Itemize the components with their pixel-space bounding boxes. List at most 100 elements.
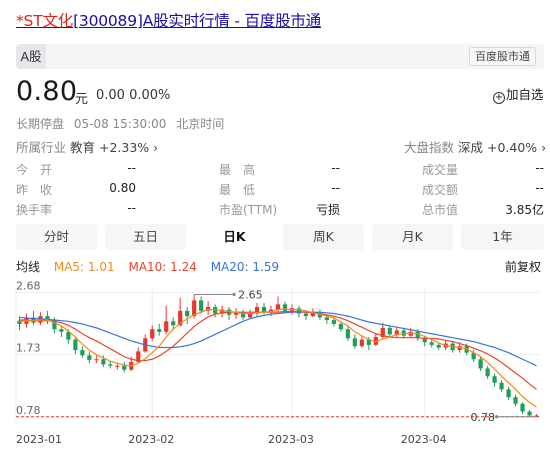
x-tick-label: 2023-04 (401, 433, 447, 446)
candle-body (101, 359, 106, 365)
tab-five-day[interactable]: 五日 (105, 224, 186, 250)
stat-label-high: 最 高 (219, 163, 256, 177)
ma5-line (19, 308, 537, 408)
st-name: *ST文化 (16, 12, 74, 30)
kline-chart[interactable]: 2.68 1.73 0.78 2023-01 2023-02 2023-03 2023-04… (0, 280, 550, 452)
stat-value-volume: -- (535, 161, 544, 175)
status-time: 05-08 15:30:00 (73, 117, 167, 131)
candle-body (345, 329, 350, 339)
stat-label-volume: 成交量 (422, 163, 459, 177)
max-annotation: 2.65 (238, 289, 263, 302)
add-watchlist-button[interactable]: + 加自选 (493, 84, 544, 104)
x-tick-label: 2023-03 (268, 433, 314, 446)
ma-lines (19, 308, 537, 408)
candle-body (352, 338, 357, 347)
industry-label: 所属行业 (16, 140, 67, 155)
candle-body (436, 344, 441, 348)
candle-body (261, 306, 267, 313)
candle-body (185, 310, 190, 317)
candle-body (499, 382, 504, 390)
tab-monthly-k[interactable]: 月K (372, 224, 453, 250)
industry-link[interactable]: 所属行业 教育 +2.33% › (16, 137, 158, 156)
stat-value-turnover: -- (535, 181, 544, 195)
adjust-mode-toggle[interactable]: 前复权 (505, 258, 541, 275)
halt-status: 长期停盘 (16, 117, 65, 131)
stat-value-turnover-rate: -- (127, 201, 136, 215)
candle-body (387, 327, 392, 335)
max-dot (232, 292, 236, 297)
candle-body (157, 329, 162, 332)
candle-body (94, 359, 99, 361)
stock-title-link[interactable]: *ST文化[300089]A股实时行情 - 百度股市通 (16, 9, 321, 31)
title-code: [300089]A股实时行情 - 百度股市通 (73, 12, 321, 30)
stat-label-turnover-rate: 换手率 (16, 203, 53, 217)
candle-body (115, 365, 120, 367)
candle-body (506, 389, 511, 398)
add-watchlist-label: 加自选 (506, 87, 544, 102)
stat-label-open: 今 开 (16, 163, 53, 177)
candle-body (485, 368, 490, 377)
x-tick-label: 2023-02 (128, 433, 174, 446)
price-change: 0.00 0.00% (96, 88, 171, 103)
price-unit: 元 (75, 92, 89, 107)
min-dot (494, 415, 499, 419)
brand-tag[interactable]: 百度股市通 (469, 47, 536, 66)
ma20-legend: MA20: 1.59 (210, 260, 280, 274)
tab-intraday[interactable]: 分时 (16, 224, 97, 250)
candle-body (164, 321, 169, 332)
min-annotation: 0.78 (471, 411, 496, 424)
y-tick-label: 1.73 (16, 342, 41, 355)
stat-value-prev-close: 0.80 (109, 181, 136, 195)
candle-body (80, 350, 85, 356)
stat-label-market-cap: 总市值 (422, 203, 459, 217)
ma20-line (19, 311, 537, 367)
period-tabs: 分时 五日 日K 周K 月K 1年 (16, 224, 544, 250)
y-tick-label: 2.68 (16, 280, 41, 293)
stat-label-prev-close: 昨 收 (16, 183, 53, 197)
candle-body (492, 376, 497, 383)
candle-body (359, 339, 364, 347)
candle-body (324, 317, 330, 321)
candle-body (513, 397, 518, 404)
candle-body (199, 300, 204, 311)
time-zone: 北京时间 (176, 117, 225, 131)
market-index-link[interactable]: 大盘指数 深成 +0.40% › (404, 137, 546, 156)
candle-body (275, 304, 281, 310)
plus-circle-icon: + (493, 92, 505, 104)
stat-value-open: -- (127, 161, 136, 175)
current-price: 0.80 (16, 76, 78, 107)
candle-body (122, 365, 127, 370)
tab-daily-k[interactable]: 日K (194, 224, 275, 250)
stat-value-high: -- (331, 161, 340, 175)
ma10-line (19, 310, 537, 390)
candle-body (150, 329, 155, 339)
candle-body (520, 403, 525, 412)
candle-body (108, 364, 113, 366)
candle-body (303, 313, 309, 317)
x-tick-label: 2023-01 (16, 433, 62, 446)
stat-label-turnover: 成交额 (422, 183, 459, 197)
industry-value: 教育 +2.33% (70, 140, 150, 155)
candle-body (527, 411, 532, 416)
stat-label-pe: 市盈(TTM) (219, 203, 278, 217)
tab-weekly-k[interactable]: 周K (283, 224, 364, 250)
y-tick-label: 0.78 (16, 404, 41, 417)
ma10-legend: MA10: 1.24 (128, 260, 197, 274)
candle-body (87, 355, 92, 360)
candle-body (429, 342, 434, 345)
trade-status: 长期停盘 05-08 15:30:00 北京时间 (16, 115, 230, 132)
candles (17, 294, 539, 417)
stat-label-low: 最 低 (219, 183, 256, 197)
candle-body (338, 323, 343, 330)
chevron-right-icon: › (153, 140, 159, 155)
candle-body (282, 304, 288, 311)
chevron-right-icon: › (541, 140, 547, 155)
candle-body (478, 359, 483, 369)
market-index-label: 大盘指数 (404, 140, 455, 155)
candle-body (171, 321, 176, 326)
stat-value-pe: 亏损 (315, 203, 340, 217)
tab-a-share[interactable]: A股 (16, 44, 46, 69)
ma-label: 均线 (16, 260, 41, 274)
tab-one-year[interactable]: 1年 (461, 224, 544, 250)
candle-body (73, 339, 78, 351)
